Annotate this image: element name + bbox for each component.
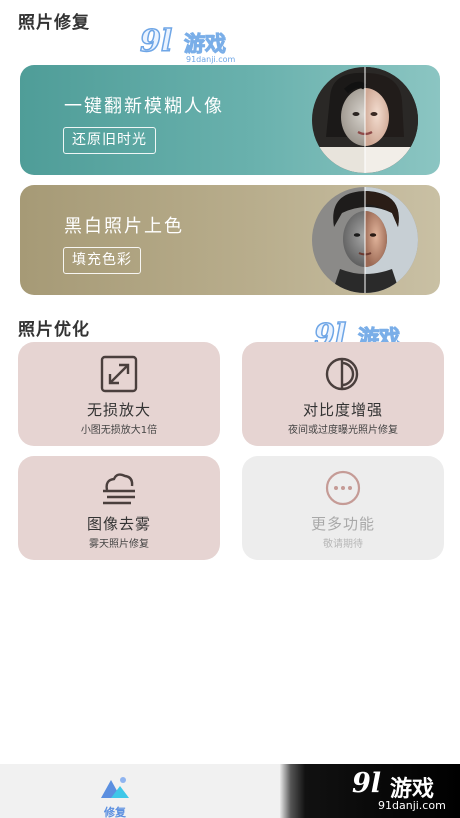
restore-button[interactable]: 还原旧时光 — [63, 127, 156, 154]
card-subtitle: 夜间或过度曝光照片修复 — [288, 425, 398, 436]
tab-repair[interactable]: 修复 — [87, 764, 143, 818]
contrast-enhance-card[interactable]: 对比度增强 夜间或过度曝光照片修复 — [242, 342, 444, 446]
card-subtitle: 小图无损放大1倍 — [80, 425, 158, 436]
section-title-optimize: 照片优化 — [18, 320, 90, 340]
card-title: 无损放大 — [86, 401, 151, 419]
section-title-repair: 照片修复 — [18, 13, 90, 33]
dehaze-card[interactable]: 图像去雾 雾天照片修复 — [18, 456, 220, 560]
restore-portrait-banner[interactable]: 一键翻新模糊人像 还原旧时光 — [20, 65, 440, 175]
portrait-before-after-image — [312, 67, 418, 173]
tab-label: 修复 — [104, 806, 126, 818]
contrast-icon — [325, 357, 359, 391]
mountain-icon — [101, 777, 129, 798]
card-title: 更多功能 — [310, 515, 375, 533]
banner-title: 黑白照片上色 — [64, 216, 184, 237]
corner-watermark-logo: 9l 游戏 91danji.com — [280, 764, 460, 818]
card-title: 对比度增强 — [302, 401, 383, 419]
card-title: 图像去雾 — [86, 515, 151, 533]
banner-title: 一键翻新模糊人像 — [64, 96, 224, 117]
fog-icon — [103, 473, 135, 505]
more-features-card[interactable]: 更多功能 敬请期待 — [242, 456, 444, 560]
lossless-enlarge-card[interactable]: 无损放大 小图无损放大1倍 — [18, 342, 220, 446]
expand-icon — [100, 355, 138, 393]
colorize-photo-banner[interactable]: 黑白照片上色 填充色彩 — [20, 185, 440, 295]
card-subtitle: 雾天照片修复 — [89, 539, 149, 550]
portrait-before-after-image — [312, 187, 418, 293]
card-subtitle: 敬请期待 — [323, 539, 363, 550]
colorize-button[interactable]: 填充色彩 — [63, 247, 141, 274]
watermark-logo: 9l 游戏 91danji.com — [139, 23, 236, 64]
more-icon — [325, 470, 361, 506]
